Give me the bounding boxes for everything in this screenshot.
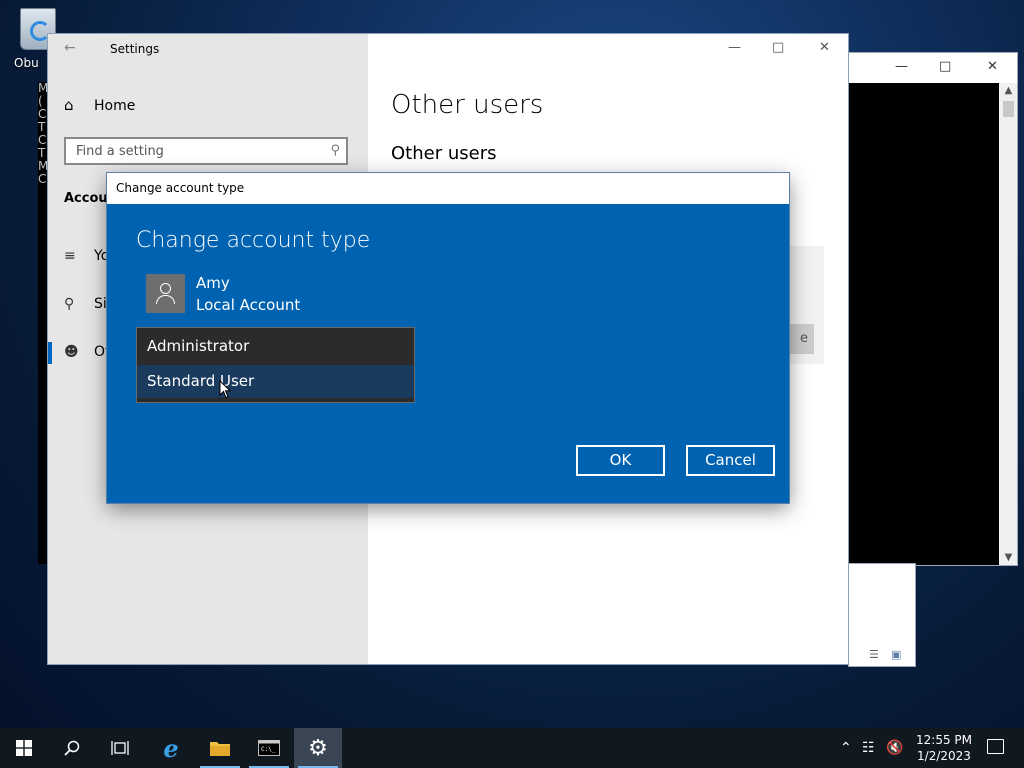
network-tray[interactable]: ☷	[862, 728, 875, 768]
minimize-icon[interactable]: —	[895, 59, 908, 74]
task-view-icon	[111, 741, 129, 755]
section-heading: Other users	[391, 143, 497, 164]
scroll-up-icon[interactable]: ▲	[1000, 85, 1017, 96]
option-standard-user[interactable]: Standard User	[137, 365, 414, 398]
sidebar-item-your-info[interactable]: ≡ Yo	[64, 248, 109, 264]
search-box[interactable]: ⚲	[64, 137, 348, 165]
file-explorer-button[interactable]	[196, 728, 244, 768]
sidebar-item-home[interactable]: ⌂ Home	[64, 96, 135, 114]
task-view-button[interactable]	[96, 728, 144, 768]
cancel-button[interactable]: Cancel	[686, 445, 775, 476]
sidebar-item-other-users[interactable]: ☻ Ot	[64, 344, 111, 360]
page-title: Other users	[391, 90, 544, 120]
taskbar: e C:\_ ⚙ ⌃ ☷ 🔇 12:55 PM 1/2/2023	[0, 728, 1024, 768]
settings-taskbar-button[interactable]: ⚙	[294, 728, 342, 768]
clock-time: 12:55 PM	[916, 733, 972, 747]
sidebar-item-sign-in[interactable]: ⚲ Si	[64, 296, 107, 312]
sidebar-item-label: Si	[94, 296, 107, 312]
action-center-icon[interactable]	[987, 739, 1004, 754]
console-window-left-edge: M ( C T C T M C	[38, 82, 48, 564]
home-label: Home	[94, 98, 136, 114]
dialog-window-title: Change account type	[116, 181, 245, 195]
user-info-icon: ≡	[64, 248, 76, 264]
person-icon	[160, 283, 171, 294]
network-icon: ☷	[862, 740, 875, 756]
start-button[interactable]	[0, 728, 48, 768]
search-icon	[64, 740, 80, 756]
scroll-down-icon[interactable]: ▼	[1000, 552, 1017, 563]
console-scrollbar[interactable]: ▲ ▼	[1000, 83, 1017, 565]
home-icon: ⌂	[64, 96, 74, 114]
maximize-icon[interactable]: □	[939, 59, 951, 74]
speaker-muted-icon: 🔇	[886, 740, 904, 756]
clock-date: 1/2/2023	[917, 749, 971, 763]
show-hidden-icons[interactable]: ⌃	[840, 728, 852, 768]
system-clock[interactable]: 12:55 PM 1/2/2023	[916, 732, 972, 764]
search-icon[interactable]: ⚲	[330, 143, 340, 158]
volume-tray[interactable]: 🔇	[886, 728, 903, 768]
gear-icon: ⚙	[308, 735, 328, 761]
avatar	[146, 274, 185, 313]
console-text: C	[38, 172, 47, 186]
close-icon[interactable]: ✕	[819, 40, 830, 55]
minimize-icon[interactable]: —	[728, 40, 741, 55]
windows-logo-icon	[16, 740, 32, 756]
option-administrator[interactable]: Administrator	[137, 330, 414, 363]
command-prompt-button[interactable]: C:\_	[245, 728, 293, 768]
change-account-type-dialog: Change account type Change account type …	[107, 173, 789, 503]
user-name: Amy	[196, 274, 230, 292]
back-arrow-icon[interactable]: ←	[64, 40, 76, 56]
maximize-icon[interactable]: □	[772, 40, 784, 55]
person-icon-body	[156, 295, 175, 304]
mouse-pointer-icon	[219, 380, 231, 399]
console-titlebar: — □ ✕	[841, 53, 1017, 83]
scroll-thumb[interactable]	[1003, 101, 1014, 117]
list-view-icon[interactable]: ☰	[869, 648, 879, 661]
search-input[interactable]	[66, 139, 316, 163]
dialog-heading: Change account type	[136, 228, 371, 253]
person-icon: ☻	[64, 344, 79, 360]
close-icon[interactable]: ✕	[987, 59, 998, 74]
command-prompt-icon: C:\_	[258, 740, 280, 756]
internet-explorer-icon: e	[163, 733, 179, 763]
search-button[interactable]	[48, 728, 96, 768]
ok-button[interactable]: OK	[576, 445, 665, 476]
account-type-dropdown[interactable]: Administrator Standard User	[136, 327, 415, 403]
svg-text:C:\_: C:\_	[261, 746, 276, 753]
dialog-titlebar: Change account type	[107, 173, 789, 204]
settings-titlebar: ← Settings — □ ✕	[48, 34, 848, 66]
settings-title: Settings	[110, 42, 160, 56]
section-label: Accou	[64, 191, 108, 206]
selected-indicator	[48, 342, 52, 364]
key-icon: ⚲	[64, 296, 75, 312]
picture-view-icon[interactable]: ▣	[891, 648, 901, 661]
console-status-area: ☰ ▣	[848, 563, 916, 667]
internet-explorer-button[interactable]: e	[147, 728, 195, 768]
console-body[interactable]	[849, 83, 999, 565]
user-account-type: Local Account	[196, 296, 301, 314]
console-window: — □ ✕ ▲ ▼	[840, 52, 1018, 566]
chevron-up-icon: ⌃	[840, 740, 852, 756]
folder-icon	[210, 742, 230, 756]
